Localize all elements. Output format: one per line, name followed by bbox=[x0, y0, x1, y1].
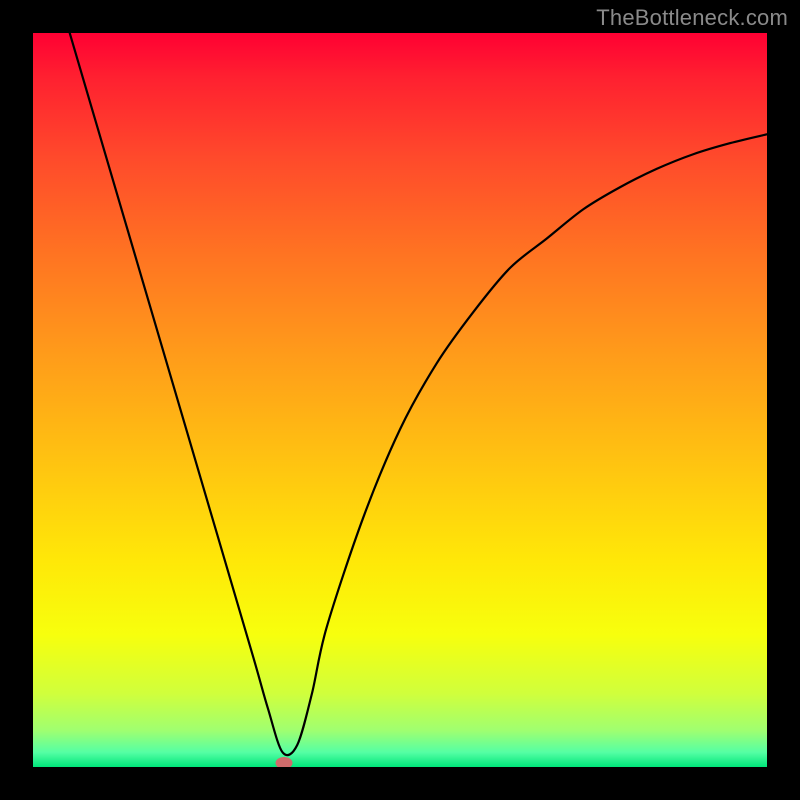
watermark-text: TheBottleneck.com bbox=[596, 5, 788, 31]
plot-area bbox=[33, 33, 767, 767]
optimal-point-marker bbox=[276, 757, 293, 767]
chart-frame: TheBottleneck.com bbox=[0, 0, 800, 800]
curve-layer bbox=[33, 33, 767, 767]
bottleneck-curve bbox=[70, 33, 767, 755]
